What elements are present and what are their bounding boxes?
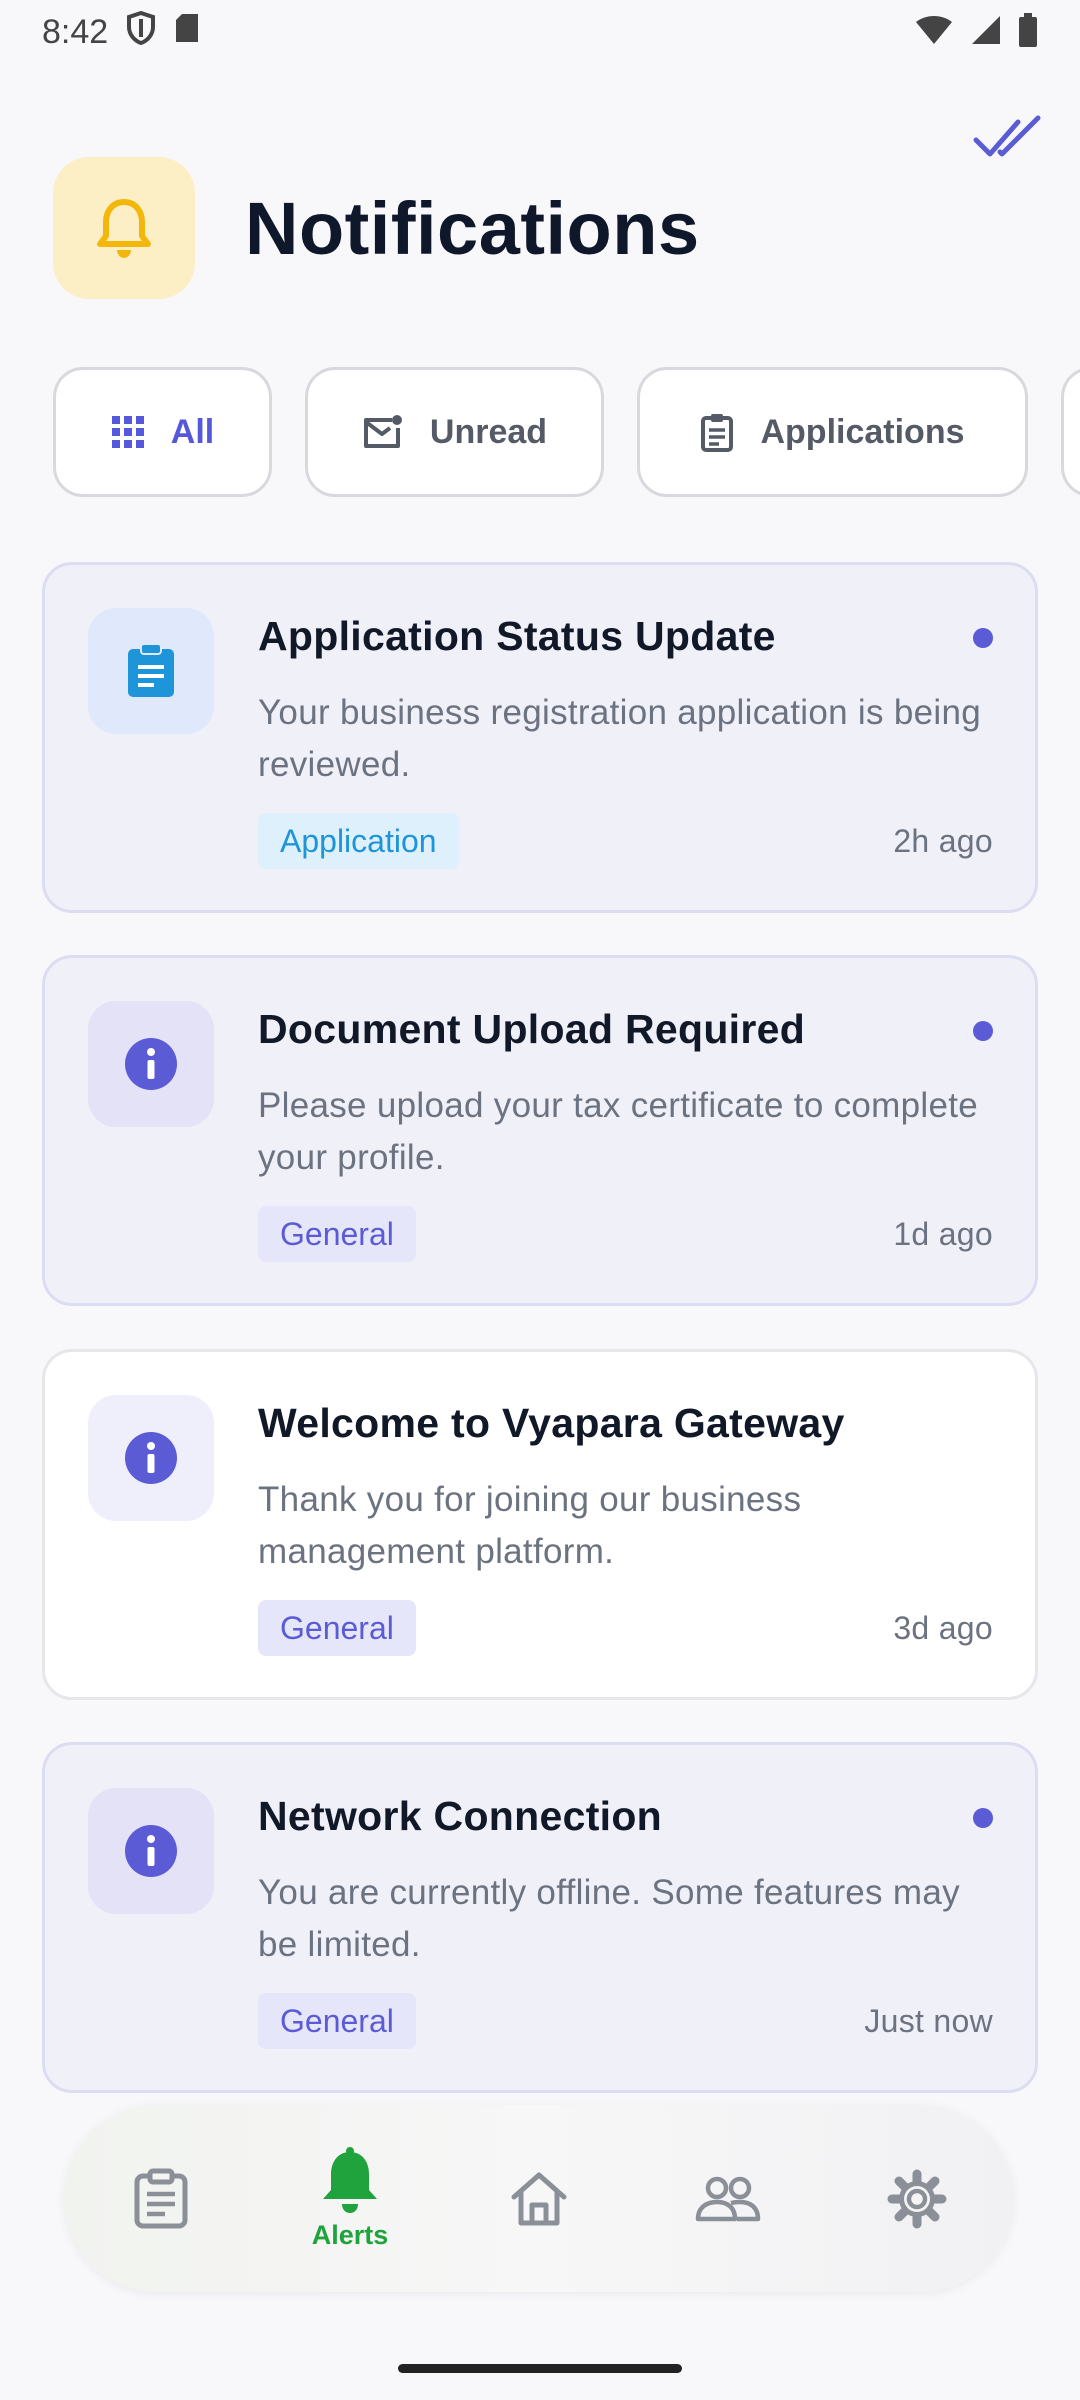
double-check-icon bbox=[973, 115, 1041, 157]
page-title: Notifications bbox=[245, 186, 700, 270]
notification-time: 3d ago bbox=[893, 1610, 993, 1646]
status-bar: 8:42 bbox=[0, 0, 1080, 64]
mail-unread-icon bbox=[363, 415, 402, 448]
notification-title: Application Status Update bbox=[258, 613, 776, 659]
clipboard-icon bbox=[134, 2168, 188, 2228]
nav-item-alerts[interactable]: Alerts bbox=[280, 2105, 420, 2292]
people-icon bbox=[695, 2176, 761, 2221]
info-icon bbox=[125, 1038, 177, 1090]
notification-body: You are currently offline. Some features… bbox=[258, 1873, 960, 1964]
nav-item-applications[interactable] bbox=[91, 2105, 231, 2292]
info-icon bbox=[125, 1825, 177, 1877]
filter-chip-all[interactable]: All bbox=[53, 367, 272, 497]
filter-chip-label: All bbox=[170, 412, 215, 451]
notification-card[interactable]: Network Connection You are currently off… bbox=[42, 1742, 1038, 2093]
notification-time: 1d ago bbox=[893, 1216, 993, 1252]
notification-time: Just now bbox=[864, 2003, 993, 2039]
unread-dot bbox=[973, 1808, 993, 1828]
gear-icon bbox=[887, 2169, 947, 2228]
mark-all-read-button[interactable] bbox=[972, 112, 1044, 164]
bell-tile bbox=[53, 157, 195, 299]
notification-body: Thank you for joining our business manag… bbox=[258, 1480, 802, 1571]
category-badge: General bbox=[258, 1600, 416, 1656]
notification-card[interactable]: Welcome to Vyapara Gateway Thank you for… bbox=[42, 1349, 1038, 1700]
status-time: 8:42 bbox=[42, 12, 109, 51]
header: Notifications bbox=[53, 157, 700, 299]
battery-icon bbox=[1018, 12, 1038, 52]
filter-chip-more[interactable] bbox=[1061, 367, 1080, 497]
notification-title: Document Upload Required bbox=[258, 1006, 806, 1052]
info-icon bbox=[125, 1432, 177, 1484]
bell-icon bbox=[323, 2147, 377, 2213]
card-icon-tile bbox=[88, 608, 214, 734]
card-icon-tile bbox=[88, 1788, 214, 1914]
notification-title: Network Connection bbox=[258, 1793, 663, 1839]
category-badge: General bbox=[258, 1993, 416, 2049]
signal-icon bbox=[970, 14, 1002, 51]
filter-chip-applications[interactable]: Applications bbox=[637, 367, 1028, 497]
nav-item-people[interactable] bbox=[658, 2105, 798, 2292]
bottom-nav: Alerts bbox=[64, 2105, 1014, 2292]
category-badge: General bbox=[258, 1206, 416, 1262]
shield-icon bbox=[126, 10, 156, 54]
unread-dot bbox=[973, 628, 993, 648]
home-icon bbox=[511, 2172, 567, 2225]
grid-icon bbox=[111, 416, 144, 448]
sd-card-icon bbox=[174, 12, 200, 53]
clipboard-icon bbox=[128, 643, 174, 697]
notification-card[interactable]: Document Upload Required Please upload y… bbox=[42, 955, 1038, 1306]
notification-body: Please upload your tax certificate to co… bbox=[258, 1086, 979, 1177]
notification-card[interactable]: Application Status Update Your business … bbox=[42, 562, 1038, 913]
category-badge: Application bbox=[258, 813, 459, 869]
notification-body: Your business registration application i… bbox=[258, 693, 981, 784]
wifi-icon bbox=[914, 14, 954, 51]
clipboard-icon bbox=[701, 414, 734, 452]
filter-chip-label: Unread bbox=[429, 412, 548, 451]
filter-chip-label: Applications bbox=[760, 412, 965, 451]
home-indicator[interactable] bbox=[398, 2364, 682, 2373]
nav-item-home[interactable] bbox=[469, 2105, 609, 2292]
notification-title: Welcome to Vyapara Gateway bbox=[258, 1400, 845, 1446]
nav-label-alerts: Alerts bbox=[311, 2220, 389, 2250]
bell-icon bbox=[97, 199, 151, 258]
filter-chips: All Unread Applications bbox=[53, 367, 1080, 499]
filter-chip-unread[interactable]: Unread bbox=[305, 367, 604, 497]
unread-dot bbox=[973, 1021, 993, 1041]
card-icon-tile bbox=[88, 1001, 214, 1127]
nav-item-settings[interactable] bbox=[847, 2105, 987, 2292]
card-icon-tile bbox=[88, 1395, 214, 1521]
notification-time: 2h ago bbox=[893, 823, 993, 859]
